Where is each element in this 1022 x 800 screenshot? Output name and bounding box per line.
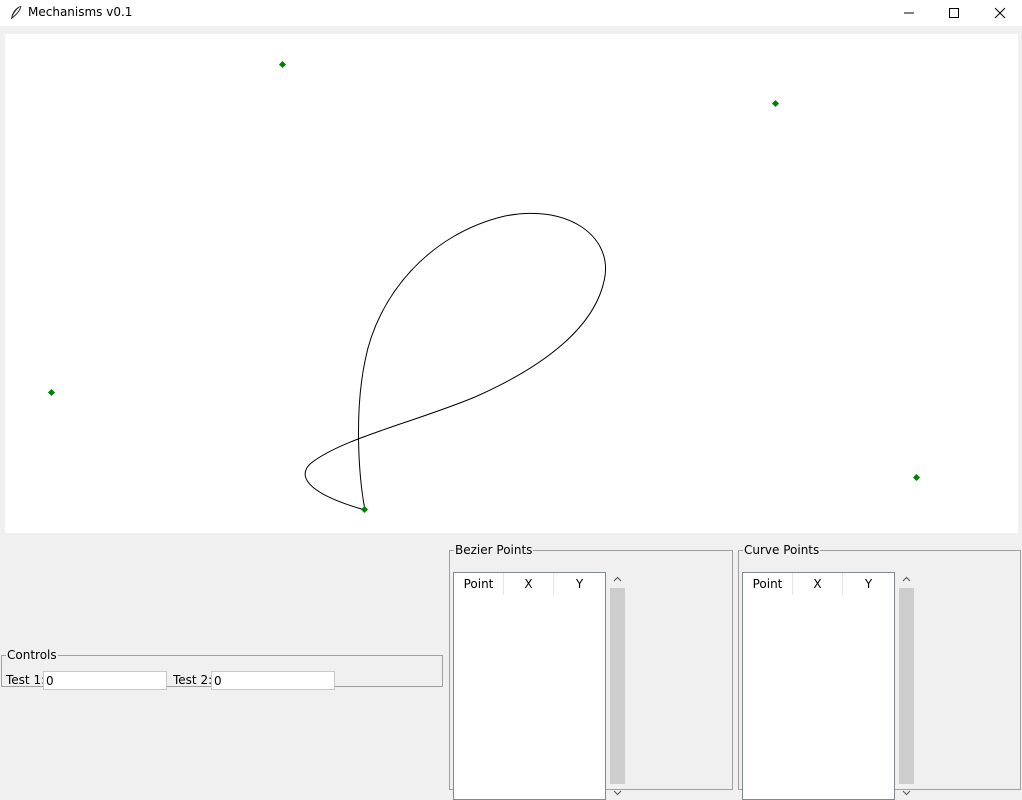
window-title: Mechanisms v0.1 [28, 5, 133, 19]
controls-legend: Controls [7, 648, 57, 662]
scroll-up-button[interactable] [898, 572, 915, 586]
column-header-x[interactable]: X [504, 573, 554, 595]
bezier-points-group: Bezier Points Point X Y [449, 543, 733, 800]
drawing-canvas[interactable] [5, 34, 1018, 533]
test2-label: Test 2: [173, 673, 213, 687]
chevron-up-icon [613, 576, 622, 582]
column-header-y[interactable]: Y [554, 573, 605, 595]
scroll-down-button[interactable] [898, 786, 915, 800]
feather-icon [9, 5, 23, 21]
minimize-button[interactable] [886, 0, 932, 26]
curve-points-header: Point X Y [743, 573, 894, 595]
scroll-down-button[interactable] [609, 786, 626, 800]
scroll-thumb[interactable] [610, 588, 625, 784]
bezier-curve [304, 212, 606, 511]
close-icon [994, 7, 1006, 19]
column-header-point[interactable]: Point [743, 573, 793, 595]
test1-label: Test 1: [6, 673, 46, 687]
control-point[interactable] [771, 99, 780, 108]
controls-group: Controls Test 1: Test 2: [1, 648, 443, 690]
chevron-up-icon [902, 576, 911, 582]
test1-input[interactable] [43, 671, 167, 690]
control-point[interactable] [47, 388, 56, 397]
chevron-down-icon [613, 790, 622, 796]
curve-points-group: Curve Points Point X Y [738, 543, 1021, 800]
curve-points-table[interactable]: Point X Y [742, 572, 895, 800]
control-point[interactable] [360, 505, 369, 514]
column-header-point[interactable]: Point [454, 573, 504, 595]
close-button[interactable] [977, 0, 1022, 26]
scroll-up-button[interactable] [609, 572, 626, 586]
bezier-points-header: Point X Y [454, 573, 605, 595]
test2-input[interactable] [211, 671, 335, 690]
column-header-y[interactable]: Y [843, 573, 894, 595]
chevron-down-icon [902, 790, 911, 796]
control-point[interactable] [912, 473, 921, 482]
maximize-icon [949, 8, 959, 18]
title-bar: Mechanisms v0.1 [0, 0, 1022, 26]
control-point[interactable] [278, 60, 287, 69]
column-header-x[interactable]: X [793, 573, 843, 595]
curve-points-legend: Curve Points [744, 543, 820, 557]
maximize-button[interactable] [931, 0, 977, 26]
bezier-points-scrollbar[interactable] [609, 572, 626, 800]
curve-points-scrollbar[interactable] [898, 572, 915, 800]
bezier-points-table[interactable]: Point X Y [453, 572, 606, 800]
scroll-thumb[interactable] [899, 588, 914, 784]
bezier-points-legend: Bezier Points [455, 543, 533, 557]
minimize-icon [904, 12, 914, 14]
